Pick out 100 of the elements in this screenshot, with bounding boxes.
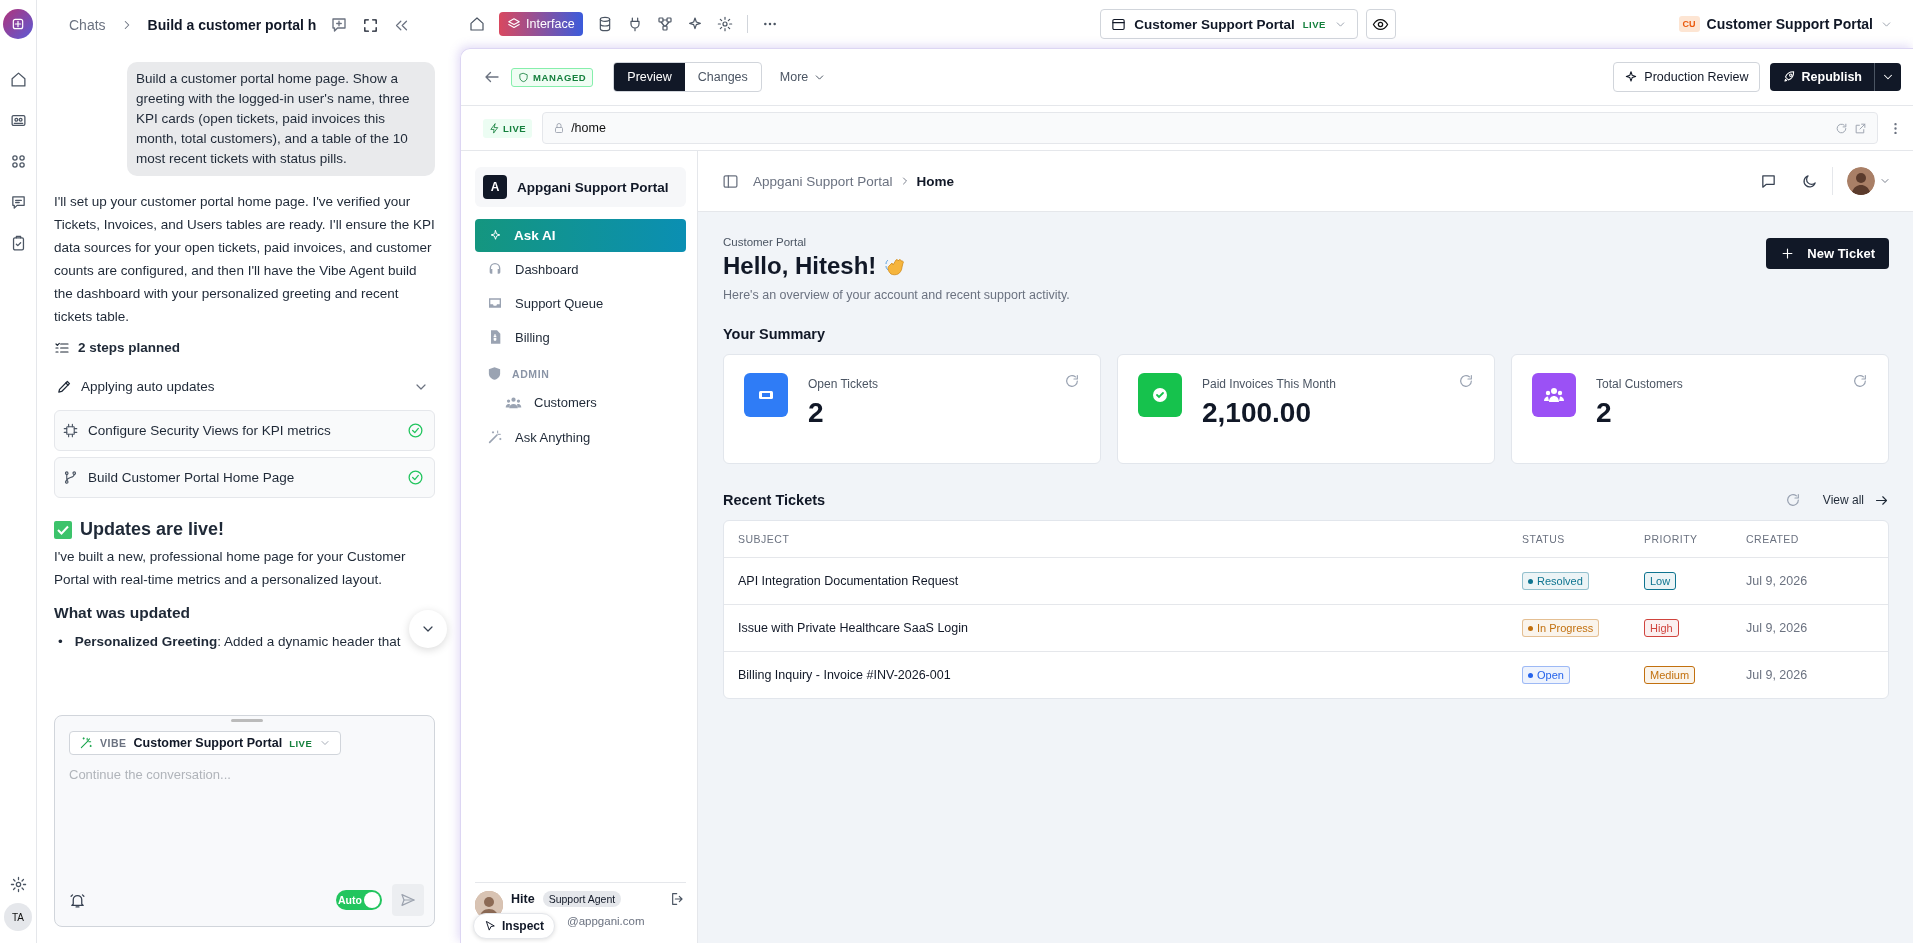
send-icon [400, 892, 416, 908]
sparkle-icon [489, 229, 502, 242]
check-box-icon [54, 520, 72, 539]
moon-icon[interactable] [1801, 172, 1818, 190]
bullet-marker: • [58, 633, 63, 651]
plus-icon [1780, 246, 1796, 261]
id-card-icon[interactable] [9, 112, 27, 129]
column-header: PRIORITY [1644, 533, 1699, 545]
created-date: Jul 9, 2026 [1746, 668, 1809, 682]
preview-eye-button[interactable] [1365, 9, 1396, 39]
page-subtitle: Here's an overview of your account and recent support activity. [723, 288, 1071, 302]
view-tab[interactable]: Changes [684, 63, 761, 91]
app-switcher[interactable]: Customer Support Portal LIVE [1100, 9, 1358, 39]
ticket-subject: API Integration Documentation Request [738, 574, 960, 588]
window-icon [1111, 16, 1127, 32]
kpi-value: 2,100.00 [1202, 397, 1312, 429]
home-icon[interactable] [469, 16, 485, 32]
profile-menu[interactable] [1832, 167, 1891, 195]
view-tab[interactable]: Preview [614, 63, 685, 91]
created-date: Jul 9, 2026 [1746, 574, 1809, 588]
section-heading: What was updated [54, 603, 192, 623]
nav-section-label: ADMIN [512, 367, 550, 380]
logo-icon [10, 16, 26, 32]
workspace-switcher[interactable]: CU Customer Support Portal [1678, 16, 1913, 32]
nav-item[interactable]: Billing [475, 320, 686, 354]
new-ticket-button[interactable]: New Ticket [1766, 238, 1889, 269]
more-menu[interactable]: More [779, 70, 827, 84]
breadcrumb-current: Home [916, 173, 955, 189]
breadcrumb-link[interactable]: Appgani Support Portal [753, 173, 893, 189]
sidebar-toggle-icon[interactable] [722, 172, 739, 190]
view-all-link[interactable]: View all [1822, 492, 1889, 508]
new-chat-icon[interactable] [330, 16, 349, 34]
priority-pill: Medium [1644, 666, 1696, 684]
kpi-label: Open Tickets [808, 377, 880, 391]
created-date: Jul 9, 2026 [1746, 621, 1809, 635]
inspect-button[interactable]: Inspect [473, 913, 555, 939]
brand-name: Appgani Support Portal [517, 179, 669, 195]
home-icon[interactable] [9, 71, 27, 88]
user-name: Hite [511, 892, 535, 906]
status-pill: Resolved [1522, 572, 1589, 590]
greeting-heading: Hello, Hitesh! [723, 252, 877, 280]
kpi-label: Paid Invoices This Month [1202, 377, 1337, 391]
app-logo[interactable] [3, 9, 33, 39]
chip-icon [63, 423, 78, 438]
headset-icon [487, 261, 503, 277]
inbox-icon [487, 295, 503, 311]
nav-item[interactable]: Dashboard [475, 252, 686, 286]
branch-icon [63, 470, 78, 485]
updates-text: I've built a new, professional home page for your Customer Portal with real-time metrics and a personalized layout. [54, 548, 407, 589]
column-header: STATUS [1522, 533, 1566, 545]
pencil-icon [56, 378, 73, 395]
pointer-icon [484, 919, 497, 933]
chats-breadcrumb[interactable]: Chats [69, 17, 106, 33]
plan-status: Applying auto updates [81, 378, 216, 396]
message-input[interactable]: Continue the conversation... [69, 755, 424, 794]
page-eyebrow: Customer Portal [723, 236, 808, 248]
role-tag: Support Agent [542, 891, 622, 907]
expand-icon[interactable] [362, 16, 380, 34]
user-avatar[interactable]: TA [4, 903, 32, 931]
plan-title: 2 steps planned [78, 339, 181, 357]
wand-icon [487, 429, 503, 445]
plan-step[interactable]: Build Customer Portal Home Page [54, 457, 435, 498]
step-label: Configure Security Views for KPI metrics [88, 422, 332, 440]
shield-icon [518, 71, 529, 83]
chat-icon[interactable] [1760, 172, 1777, 190]
chat-icon[interactable] [9, 194, 27, 211]
sparkle-icon [1624, 70, 1639, 84]
shield-icon [487, 366, 502, 381]
production-review-button[interactable]: Production Review [1613, 62, 1760, 92]
interface-tab[interactable]: Interface [499, 12, 583, 36]
nav-item[interactable]: Support Queue [475, 286, 686, 320]
section-heading: Your Summary [723, 326, 827, 342]
chat-title: Build a customer portal h [147, 17, 317, 33]
user-message: Build a customer portal home page. Show a greeting with the logged-in user's name, three KPI cards (open tickets, paid invoices this month, total customers), and a table of the 10 most recent tickets with status pills. [127, 62, 435, 176]
settings-icon[interactable] [716, 16, 733, 32]
nodes-icon[interactable] [656, 16, 673, 32]
nav-item[interactable]: Ask Anything [475, 420, 686, 454]
url-text: /home [571, 121, 607, 135]
apps-icon[interactable] [9, 153, 27, 170]
app-selector[interactable]: VIBE Customer Support Portal LIVE [69, 731, 342, 755]
wand-icon [79, 736, 93, 750]
bolt-icon [489, 122, 500, 134]
bullet-text: Personalized Greeting: Added a dynamic header that [74, 633, 401, 651]
step-label: Build Customer Portal Home Page [88, 469, 296, 487]
column-header: CREATED [1746, 533, 1800, 545]
updates-heading: Updates are live! [80, 518, 225, 541]
kpi-value: 2 [1596, 397, 1613, 429]
settings-icon[interactable] [9, 876, 27, 893]
ticket-subject: Issue with Private Healthcare SaaS Login [738, 621, 969, 635]
plan-step[interactable]: Configure Security Views for KPI metrics [54, 410, 435, 451]
ticket-subject: Billing Inquiry - Invoice #INV-2026-001 [738, 668, 952, 682]
assistant-message: I'll set up your customer portal home page. I've verified your Tickets, Invoices, and Users tables are ready. I'll ensure the KPI data sources for your open tickets, paid invoices, and customer counts are configured, and then I'll have the Vibe Agent build the dashboard with your personalized greeting and recent tickets table. [54, 193, 435, 326]
bell-icon[interactable] [69, 891, 86, 909]
column-header: SUBJECT [738, 533, 791, 545]
ask-ai-button[interactable]: Ask AI [475, 219, 686, 252]
layers-icon [507, 17, 521, 31]
sparkle-icon[interactable] [686, 16, 703, 32]
nav-item[interactable]: Customers [475, 385, 686, 420]
check-circle-icon [407, 422, 424, 439]
status-pill: In Progress [1522, 619, 1600, 637]
